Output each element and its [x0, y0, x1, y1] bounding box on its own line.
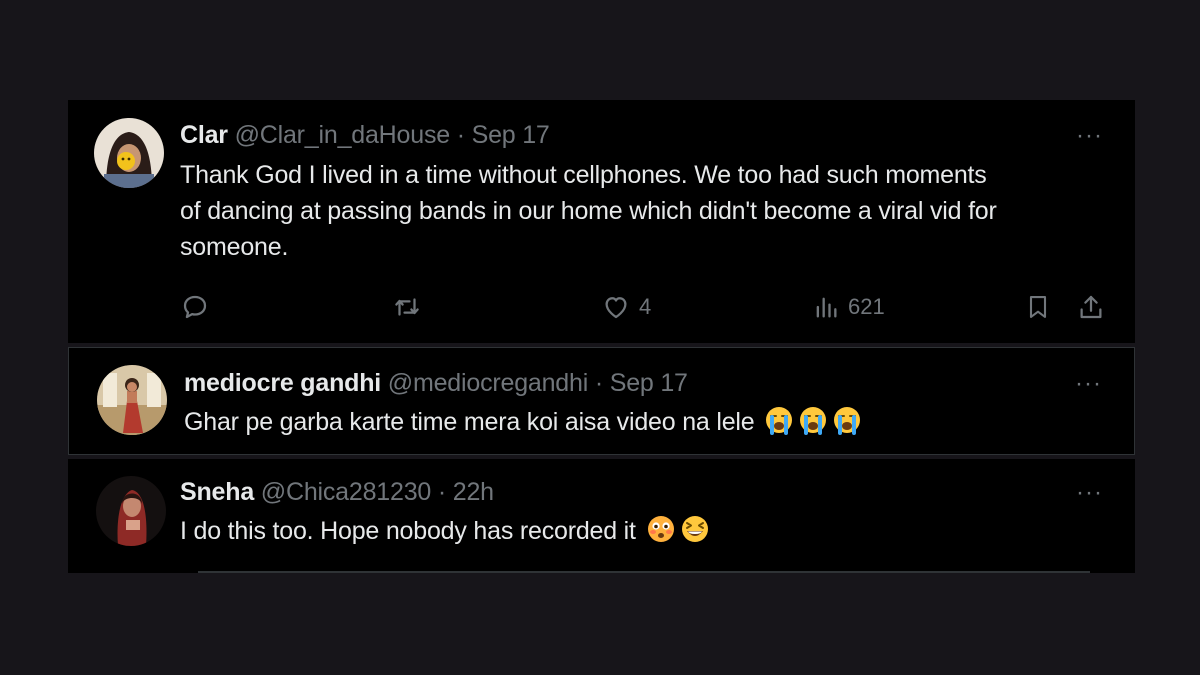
separator-dot: · — [456, 121, 465, 149]
tweet-header: Clar @Clar_in_daHouse · Sep 17 — [180, 120, 550, 150]
divider — [198, 571, 1090, 573]
tweet-text: Ghar pe garba karte time mera koi aisa v… — [184, 404, 863, 446]
flushed-face-icon — [645, 513, 677, 555]
tweet-text-line: Thank God I lived in a time without cell… — [180, 161, 987, 189]
grinning-squinting-face-icon — [679, 513, 711, 555]
loudly-crying-face-icon — [763, 404, 795, 446]
reply-tweet-card[interactable]: Sneha @Chica281230 · 22h ··· I do this t… — [68, 459, 1135, 573]
tweet-header: Sneha @Chica281230 · 22h — [180, 477, 494, 507]
tweet-text-content: I do this too. Hope nobody has recorded … — [180, 517, 636, 545]
separator-dot: · — [437, 478, 446, 506]
tweet-text-content: Ghar pe garba karte time mera koi aisa v… — [184, 408, 755, 436]
bookmark-icon — [1029, 296, 1047, 318]
tweet-card[interactable]: Clar @Clar_in_daHouse · Sep 17 ··· Thank… — [68, 100, 1135, 343]
avatar[interactable] — [97, 365, 167, 435]
loudly-crying-face-icon — [797, 404, 829, 446]
tweet-text-line: of dancing at passing bands in our home … — [180, 197, 997, 225]
tweet-header: mediocre gandhi @mediocregandhi · Sep 17 — [184, 368, 688, 398]
reply-icon — [183, 295, 207, 319]
tweet-text: I do this too. Hope nobody has recorded … — [180, 513, 711, 555]
avatar[interactable] — [94, 118, 164, 188]
retweet-button[interactable] — [391, 292, 423, 322]
display-name[interactable]: Clar — [180, 121, 228, 149]
views-icon — [816, 297, 837, 318]
views-count: 621 — [848, 294, 885, 319]
like-button[interactable]: 4 — [601, 292, 651, 322]
more-options-icon[interactable]: ··· — [1076, 481, 1103, 505]
reply-button[interactable] — [180, 292, 210, 322]
tweet-text: Thank God I lived in a time without cell… — [180, 157, 1120, 265]
like-count: 4 — [639, 294, 652, 319]
display-name[interactable]: Sneha — [180, 478, 254, 506]
share-button[interactable] — [1076, 292, 1106, 322]
user-handle[interactable]: @Clar_in_daHouse — [235, 121, 451, 149]
user-handle[interactable]: @Chica281230 — [261, 478, 432, 506]
separator-dot: · — [594, 369, 603, 397]
tweet-date[interactable]: Sep 17 — [610, 369, 688, 397]
views-button[interactable]: 621 — [812, 292, 885, 322]
tweet-text-line: someone. — [180, 233, 289, 261]
retweet-icon — [395, 298, 419, 316]
more-options-icon[interactable]: ··· — [1075, 372, 1102, 396]
heart-icon — [605, 297, 627, 319]
avatar[interactable] — [96, 476, 166, 546]
share-icon — [1080, 295, 1102, 319]
loudly-crying-face-icon — [831, 404, 863, 446]
tweet-date[interactable]: 22h — [453, 478, 494, 506]
reply-tweet-card[interactable]: mediocre gandhi @mediocregandhi · Sep 17… — [68, 347, 1135, 455]
more-options-icon[interactable]: ··· — [1076, 124, 1103, 148]
user-handle[interactable]: @mediocregandhi — [388, 369, 588, 397]
display-name[interactable]: mediocre gandhi — [184, 369, 381, 397]
bookmark-button[interactable] — [1024, 292, 1052, 322]
tweet-date[interactable]: Sep 17 — [472, 121, 550, 149]
